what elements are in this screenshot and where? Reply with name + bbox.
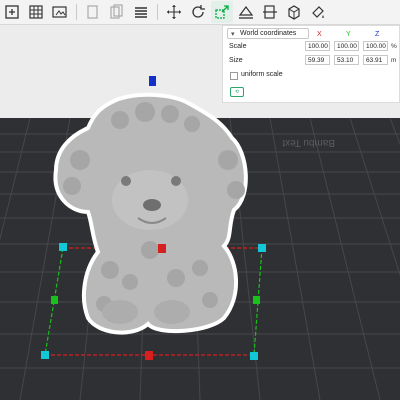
paste-icon[interactable] [106,1,128,23]
scale-handle-z[interactable] [149,76,156,86]
scale-handle-corner-bl[interactable] [41,351,49,359]
scale-unit: % [391,43,397,50]
scale-handle-corner-br[interactable] [250,352,258,360]
size-y-input[interactable]: 53.10 [334,55,359,65]
assembly-icon[interactable] [283,1,305,23]
layers-icon[interactable] [130,1,152,23]
new-plate-icon[interactable] [1,1,23,23]
grid-plate-icon[interactable] [25,1,47,23]
toolbar-separator [157,4,158,20]
scale-icon[interactable] [211,1,233,23]
size-z-input[interactable]: 63.91 [363,55,388,65]
toolbar-separator [76,4,77,20]
axis-x-label: X [317,31,322,38]
scale-handle-bottom-mid[interactable] [145,351,153,360]
copy-icon[interactable] [82,1,104,23]
scale-handle-top-mid[interactable] [158,244,166,253]
uniform-scale-label: uniform scale [241,71,283,78]
paint-icon[interactable] [307,1,329,23]
toolbar [0,0,400,25]
cut-icon[interactable] [259,1,281,23]
size-x-input[interactable]: 59.39 [305,55,330,65]
poodle-model[interactable] [53,92,248,335]
scale-handle-left-mid[interactable] [51,296,58,304]
scale-handle-corner-tl[interactable] [59,243,67,251]
place-on-face-icon[interactable] [235,1,257,23]
scale-z-input[interactable]: 100.00 [363,41,388,51]
chevron-down-icon: ▾ [231,31,235,38]
scale-handle-right-mid[interactable] [253,296,260,304]
scale-label: Scale [229,43,247,50]
size-unit: m [391,57,397,64]
scale-y-input[interactable]: 100.00 [334,41,359,51]
scale-x-input[interactable]: 100.00 [305,41,330,51]
move-icon[interactable] [163,1,185,23]
rotate-icon[interactable] [187,1,209,23]
scale-handle-corner-tr[interactable] [258,244,266,252]
edit-plate-icon[interactable] [49,1,71,23]
coordinate-system-select[interactable]: ▾ World coordinates [227,28,309,39]
uniform-scale-checkbox[interactable] [230,72,238,80]
axis-z-label: Z [375,31,380,38]
axis-y-label: Y [346,31,351,38]
reset-scale-button[interactable]: ⟲ [230,87,244,97]
scale-panel: ▾ World coordinates X Y Z Scale 100.00 1… [222,25,400,103]
coordinate-system-value: World coordinates [240,30,297,37]
size-label: Size [229,57,243,64]
bed-label: Bambu Text [282,137,335,148]
